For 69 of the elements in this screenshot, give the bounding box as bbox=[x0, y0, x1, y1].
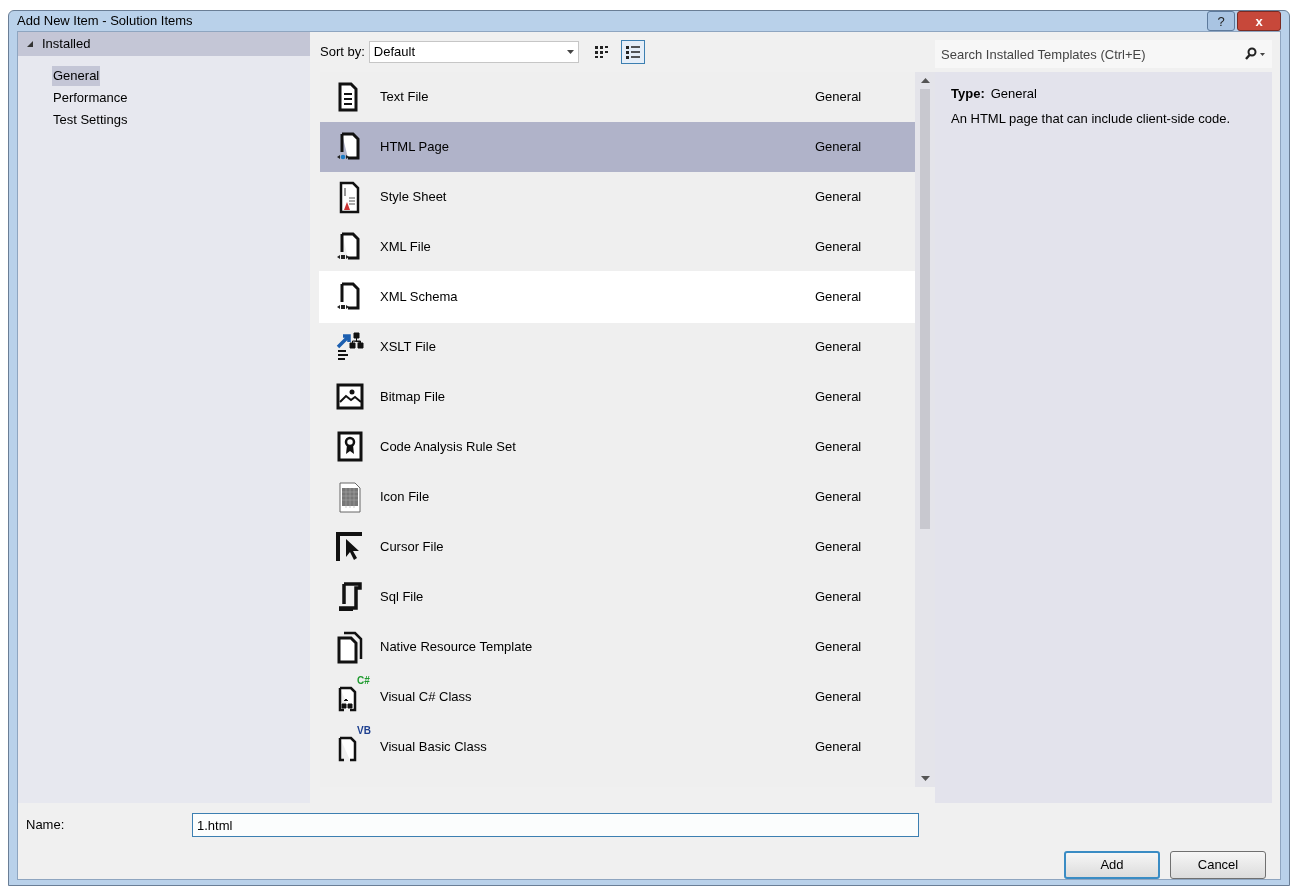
type-label: Type: bbox=[951, 85, 985, 103]
template-type: General bbox=[815, 388, 863, 407]
template-name: Code Analysis Rule Set bbox=[380, 438, 517, 457]
template-row[interactable]: C# Visual C# Class General bbox=[320, 672, 915, 722]
add-button[interactable]: Add bbox=[1064, 851, 1160, 879]
template-type: General bbox=[815, 488, 863, 507]
search-icon bbox=[1244, 47, 1266, 61]
scroll-down-icon[interactable] bbox=[920, 776, 930, 781]
template-row[interactable]: Style Sheet General bbox=[320, 172, 915, 222]
installed-header[interactable]: Installed bbox=[18, 32, 310, 56]
template-type: General bbox=[815, 688, 863, 707]
window-title: Add New Item - Solution Items bbox=[17, 12, 193, 31]
language-label: VB bbox=[357, 726, 371, 736]
template-description: An HTML page that can include client-side code. bbox=[951, 109, 1231, 128]
template-name: Bitmap File bbox=[380, 388, 447, 407]
template-type: General bbox=[815, 538, 863, 557]
template-name: Sql File bbox=[380, 588, 425, 607]
sidebar-item[interactable]: General bbox=[52, 66, 101, 86]
scroll-thumb[interactable] bbox=[920, 89, 930, 529]
template-type: General bbox=[815, 438, 863, 457]
template-row[interactable]: XSLT File General bbox=[320, 322, 915, 372]
template-name: Icon File bbox=[380, 488, 431, 507]
template-type: General bbox=[815, 588, 863, 607]
template-type: General bbox=[815, 188, 863, 207]
template-row[interactable]: XML File General bbox=[320, 222, 915, 272]
template-row[interactable]: Sql File General bbox=[320, 572, 915, 622]
template-name: Text File bbox=[380, 88, 430, 107]
template-row[interactable]: Icon File General bbox=[320, 472, 915, 522]
template-name: Visual C# Class bbox=[380, 688, 473, 707]
template-type: General bbox=[815, 288, 863, 307]
sidebar-item[interactable]: Test Settings bbox=[52, 110, 129, 130]
close-button[interactable]: x bbox=[1237, 11, 1281, 31]
template-row[interactable]: Native Resource Template General bbox=[320, 622, 915, 672]
list-view-button[interactable] bbox=[620, 40, 645, 64]
template-name: Visual Basic Class bbox=[380, 738, 488, 757]
template-name: XSLT File bbox=[380, 338, 437, 357]
name-field[interactable]: 1.html bbox=[192, 813, 919, 837]
template-name: Native Resource Template bbox=[380, 638, 534, 657]
scrollbar[interactable] bbox=[915, 72, 935, 787]
template-row[interactable]: VB Visual Basic Class General bbox=[320, 722, 915, 772]
template-name: XML Schema bbox=[380, 288, 459, 307]
template-type: General bbox=[815, 638, 863, 657]
template-row[interactable]: Code Analysis Rule Set General bbox=[320, 422, 915, 472]
sort-dropdown[interactable]: Default bbox=[368, 41, 579, 63]
search-field[interactable]: Search Installed Templates (Ctrl+E) bbox=[935, 40, 1238, 68]
template-name: HTML Page bbox=[380, 138, 450, 157]
template-type: General bbox=[815, 238, 863, 257]
sort-label: Sort by: bbox=[320, 43, 365, 62]
scroll-up-icon[interactable] bbox=[920, 78, 930, 83]
help-button[interactable]: ? bbox=[1207, 11, 1235, 31]
template-row[interactable]: Bitmap File General bbox=[320, 372, 915, 422]
template-type: General bbox=[815, 88, 863, 107]
template-row[interactable]: HTML Page General bbox=[320, 122, 915, 172]
name-label: Name: bbox=[26, 816, 66, 835]
template-row[interactable]: Cursor File General bbox=[320, 522, 915, 572]
template-name: Style Sheet bbox=[380, 188, 448, 207]
template-row[interactable]: XML Schema General bbox=[320, 272, 915, 322]
language-label: C# bbox=[357, 676, 370, 686]
search-button[interactable] bbox=[1238, 40, 1272, 68]
template-row[interactable]: Text File General bbox=[320, 72, 915, 122]
type-value: General bbox=[990, 85, 1037, 103]
template-type: General bbox=[815, 338, 863, 357]
cancel-button[interactable]: Cancel bbox=[1170, 851, 1266, 879]
template-type: General bbox=[815, 138, 863, 157]
template-name: Cursor File bbox=[380, 538, 445, 557]
caret-icon bbox=[566, 50, 574, 54]
template-type: General bbox=[815, 738, 863, 757]
template-name: XML File bbox=[380, 238, 432, 257]
sidebar-item[interactable]: Performance bbox=[52, 88, 129, 108]
